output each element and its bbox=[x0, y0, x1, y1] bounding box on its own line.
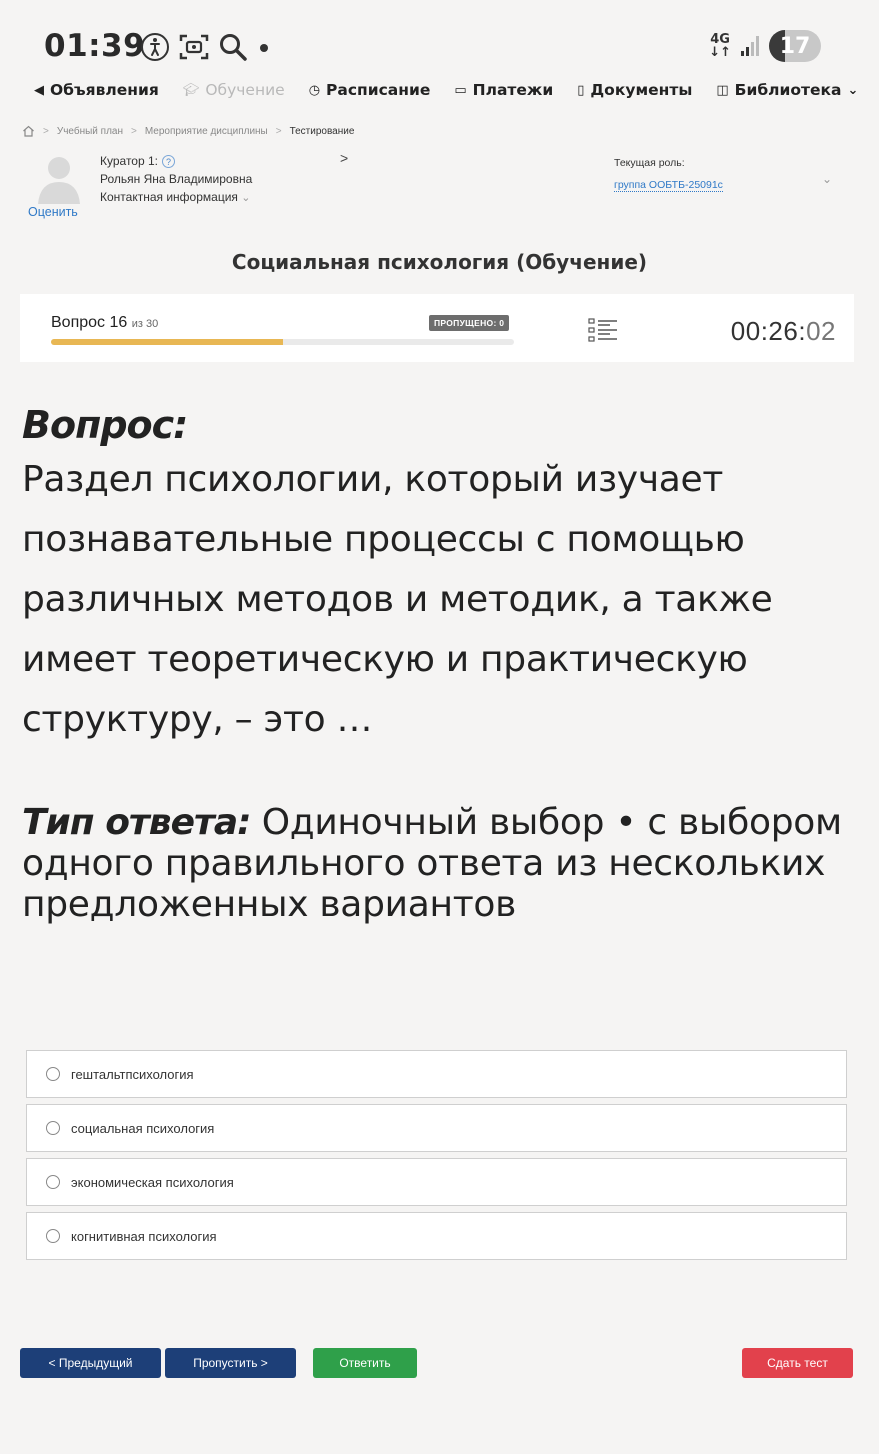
previous-button[interactable]: < Предыдущий bbox=[20, 1348, 161, 1378]
chevron-right-icon[interactable]: > bbox=[340, 150, 348, 166]
megaphone-icon: ◀ bbox=[34, 82, 44, 98]
timer: 00:26:02 bbox=[730, 316, 836, 346]
page-title: Социальная психология (Обучение) bbox=[231, 250, 648, 274]
chevron-down-icon: ⌄ bbox=[847, 82, 859, 98]
progress-bar-fill bbox=[51, 339, 283, 345]
answer-button[interactable]: Ответить bbox=[313, 1348, 417, 1378]
breadcrumb: > Учебный план > Мероприятие дисциплины … bbox=[22, 125, 354, 137]
network-indicator: 4G ↓↑ bbox=[709, 32, 731, 60]
curator-name: Рольян Яна Владимировна bbox=[100, 172, 253, 186]
clock-icon: ◷ bbox=[308, 82, 321, 98]
question-heading: Вопрос: bbox=[22, 403, 188, 447]
battery-icon: 17 bbox=[769, 30, 821, 62]
question-list-icon[interactable] bbox=[588, 317, 618, 343]
question-block: Вопрос: Раздел психологии, который изуча… bbox=[22, 400, 862, 750]
option-label: социальная психология bbox=[71, 1120, 215, 1136]
radio-button[interactable] bbox=[46, 1121, 60, 1135]
screenshot-icon bbox=[179, 34, 209, 60]
rate-link[interactable]: Оценить bbox=[28, 205, 78, 219]
option-label: экономическая психология bbox=[71, 1174, 234, 1190]
nav-item-announcements[interactable]: ◀ Объявления bbox=[34, 81, 159, 99]
answer-type-label: Тип ответа: bbox=[22, 802, 252, 843]
answer-type: Тип ответа: Одиночный выбор • с выбором … bbox=[22, 802, 867, 925]
nav-item-payments[interactable]: ▭ Платежи bbox=[454, 81, 553, 99]
question-counter: Вопрос 16 из 30 bbox=[51, 314, 159, 331]
status-time: 01:39 bbox=[44, 28, 146, 64]
accessibility-icon bbox=[141, 33, 169, 61]
contact-info-toggle[interactable]: Контактная информация ⌄ bbox=[100, 188, 252, 207]
home-icon[interactable] bbox=[22, 125, 35, 137]
role-select[interactable]: группа ООБТБ-25091с bbox=[614, 179, 723, 192]
curator-title: Куратор 1: bbox=[100, 154, 158, 168]
breadcrumb-separator: > bbox=[43, 125, 49, 137]
curator-block: Оценить Куратор 1:? Рольян Яна Владимиро… bbox=[20, 150, 860, 225]
breadcrumb-item-event[interactable]: Мероприятие дисциплины bbox=[145, 126, 268, 137]
nav-item-learning[interactable]: 🎓︎ Обучение bbox=[183, 81, 285, 99]
dot-icon bbox=[260, 44, 268, 52]
breadcrumb-separator: > bbox=[275, 125, 282, 137]
chevron-down-icon: ⌄ bbox=[241, 192, 251, 204]
progress-bar bbox=[51, 339, 514, 345]
submit-test-button[interactable]: Сдать тест bbox=[742, 1348, 853, 1378]
answer-option[interactable]: социальная психология bbox=[26, 1104, 847, 1152]
option-label: гештальтпсихология bbox=[71, 1066, 194, 1082]
help-icon[interactable]: ? bbox=[162, 155, 175, 169]
answer-option[interactable]: гештальтпсихология bbox=[26, 1050, 847, 1098]
role-label: Текущая роль: bbox=[614, 157, 685, 169]
radio-button[interactable] bbox=[46, 1229, 60, 1243]
nav-item-schedule[interactable]: ◷ Расписание bbox=[309, 81, 431, 99]
avatar bbox=[38, 157, 80, 204]
graduation-cap-icon: 🎓︎ bbox=[182, 82, 200, 98]
nav-item-documents[interactable]: ▯ Документы bbox=[577, 81, 692, 99]
radio-button[interactable] bbox=[46, 1067, 60, 1081]
breadcrumb-item-plan[interactable]: Учебный план bbox=[57, 126, 123, 137]
chevron-down-icon[interactable]: ⌄ bbox=[822, 172, 832, 186]
answer-option[interactable]: когнитивная психология bbox=[26, 1212, 847, 1260]
radio-button[interactable] bbox=[46, 1175, 60, 1189]
breadcrumb-separator: > bbox=[131, 125, 137, 137]
question-text: Раздел психологии, который изучает позна… bbox=[22, 459, 773, 740]
top-navigation: ◀ Объявления 🎓︎ Обучение ◷ Расписание ▭ … bbox=[34, 80, 858, 100]
book-icon: ◫ bbox=[716, 82, 729, 98]
skipped-badge: ПРОПУЩЕНО: 0 bbox=[429, 315, 510, 331]
nav-item-library[interactable]: ◫ Библиотека ⌄ bbox=[716, 81, 858, 99]
progress-panel: Вопрос 16 из 30 ПРОПУЩЕНО: 0 00:26:02 bbox=[20, 294, 854, 362]
breadcrumb-item-current: Тестирование bbox=[289, 125, 355, 137]
signal-icon bbox=[741, 36, 759, 56]
answer-options: гештальтпсихология социальная психология… bbox=[26, 1050, 847, 1266]
card-icon: ▭ bbox=[454, 82, 467, 98]
document-icon: ▯ bbox=[577, 82, 585, 98]
status-bar: 01:39 4G ↓↑ 17 bbox=[44, 28, 821, 68]
search-icon bbox=[220, 34, 247, 61]
answer-option[interactable]: экономическая психология bbox=[26, 1158, 847, 1206]
skip-button[interactable]: Пропустить > bbox=[165, 1348, 296, 1378]
option-label: когнитивная психология bbox=[71, 1228, 217, 1244]
